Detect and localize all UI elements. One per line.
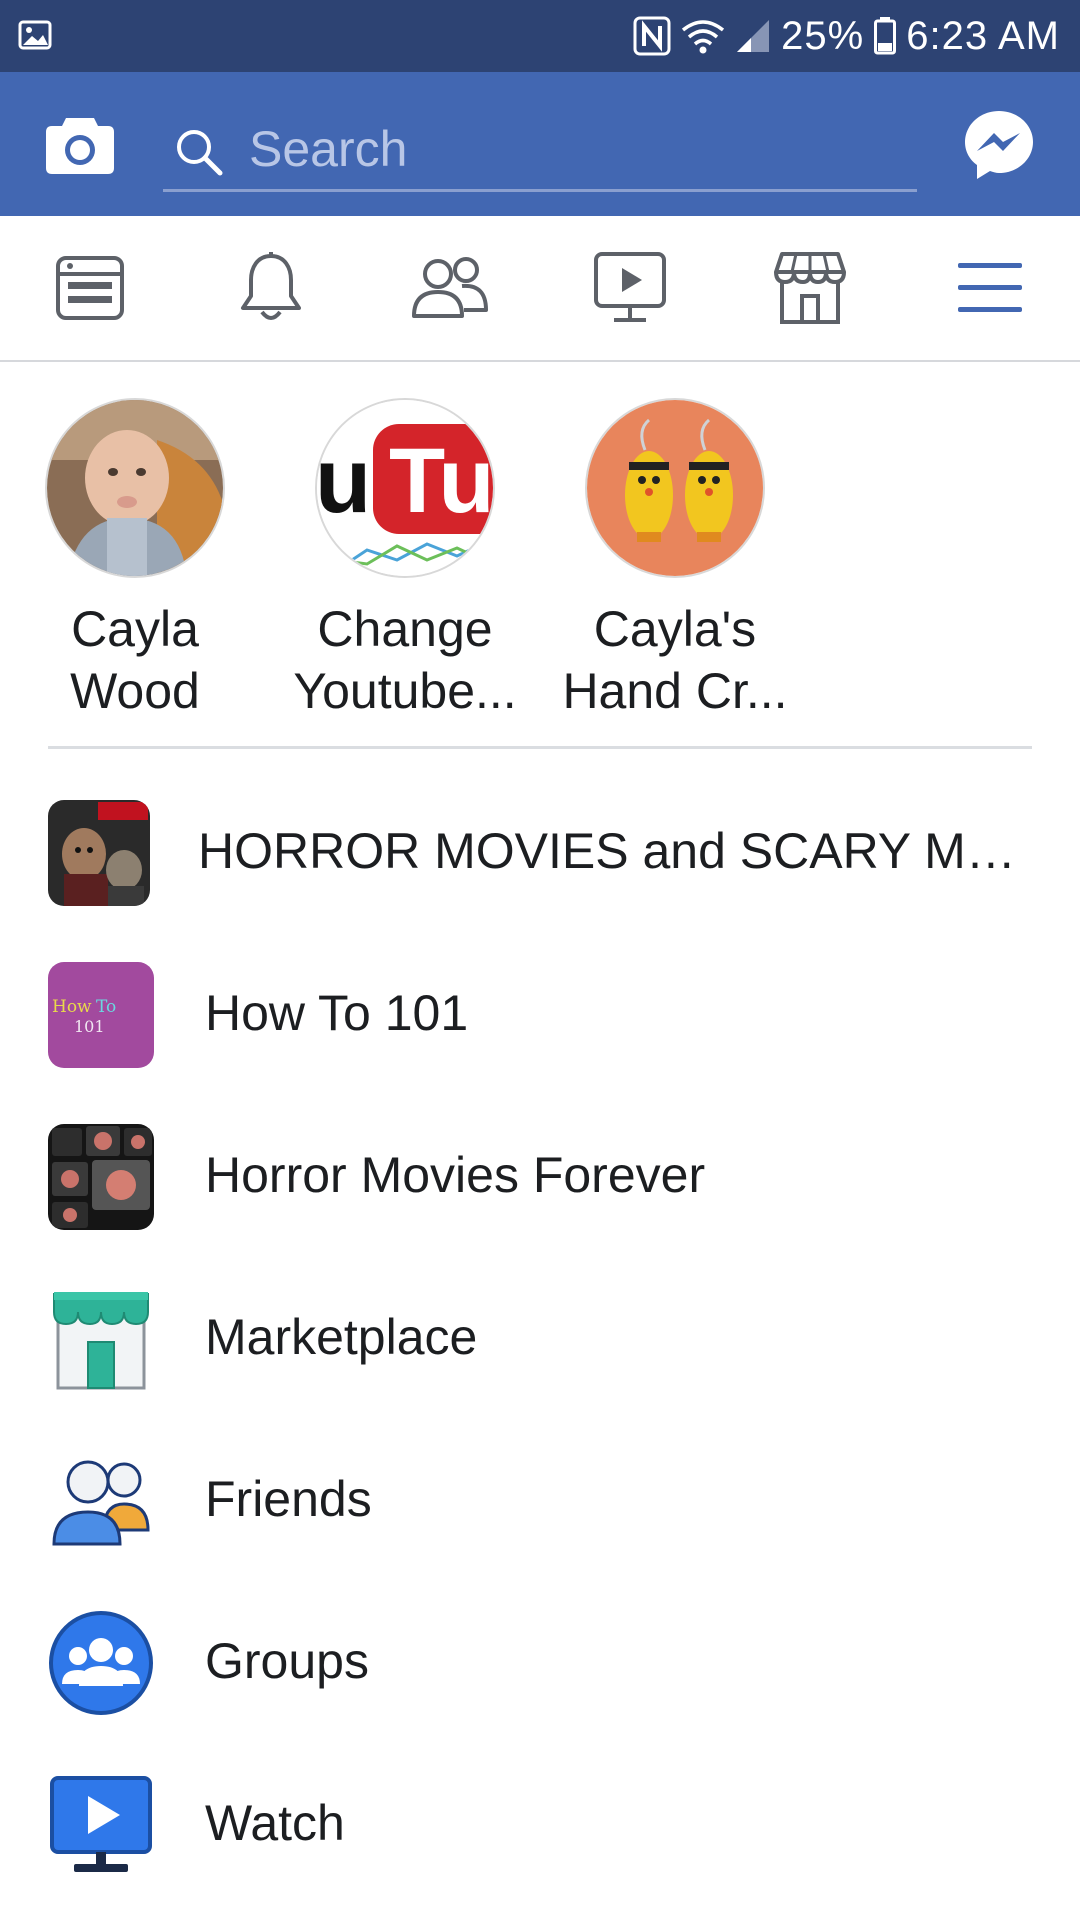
menu-item-friends[interactable]: Friends xyxy=(0,1408,1080,1570)
shortcut-label-line2: Wood xyxy=(70,663,200,719)
camera-icon[interactable] xyxy=(44,112,116,176)
shortcut-label: Change Youtube... xyxy=(285,598,525,722)
avatar xyxy=(45,398,225,578)
search-bar[interactable] xyxy=(163,110,917,192)
menu-item-label: Horror Movies Forever xyxy=(205,1147,706,1203)
shortcut-label-line1: Cayla xyxy=(71,601,199,657)
top-bar xyxy=(0,72,1080,216)
beaded-earrings-avatar xyxy=(585,398,765,578)
shortcut-label: Cayla Wood xyxy=(15,598,255,722)
horror-page-icon xyxy=(48,800,150,906)
friends-icon xyxy=(410,252,490,329)
menu-item-groups[interactable]: Groups xyxy=(0,1570,1080,1732)
wifi-icon xyxy=(681,18,725,54)
menu-item-label: HORROR MOVIES and SCARY MO... xyxy=(198,823,1028,879)
shortcut-label: Cayla's Hand Cr... xyxy=(555,598,795,722)
groups-icon xyxy=(48,1610,154,1716)
messenger-icon[interactable] xyxy=(962,108,1036,182)
shortcut-cayla-wood[interactable]: Cayla Wood xyxy=(15,398,255,722)
shortcut-change-youtube[interactable]: u Tub Change Youtube... xyxy=(285,398,525,722)
shortcuts-row: Cayla Wood u Tub Change Youtube... xyxy=(0,362,1080,749)
divider xyxy=(48,746,1032,749)
shortcut-label-line1: Cayla's xyxy=(593,601,757,657)
hamburger-icon xyxy=(956,259,1024,322)
youtube-logo-avatar: u Tub xyxy=(315,398,495,578)
nfc-icon xyxy=(633,16,671,56)
shortcut-label-line2: Youtube... xyxy=(293,663,517,719)
menu-item-label: Groups xyxy=(205,1633,369,1689)
svg-text:How: How xyxy=(52,997,92,1017)
how-to-page-icon: How To 101 xyxy=(48,962,154,1068)
watch-icon xyxy=(48,1772,154,1878)
nav-tab-bar xyxy=(0,216,1080,362)
tv-wall-page-icon xyxy=(48,1124,154,1230)
svg-text:Tub: Tub xyxy=(389,430,495,532)
menu-item-horror-movies-forever[interactable]: Horror Movies Forever xyxy=(0,1084,1080,1246)
menu-item-horror-movies-scary[interactable]: HORROR MOVIES and SCARY MO... xyxy=(0,760,1080,922)
tab-notifications[interactable] xyxy=(231,250,311,331)
battery-percent: 25% xyxy=(781,13,865,58)
tab-news-feed[interactable] xyxy=(50,252,130,328)
tab-marketplace[interactable] xyxy=(770,250,850,331)
status-bar: 25% 6:23 AM xyxy=(0,0,1080,72)
menu-item-how-to-101[interactable]: How To 101 How To 101 xyxy=(0,922,1080,1084)
news-feed-icon xyxy=(54,252,126,329)
svg-text:To: To xyxy=(96,997,116,1017)
menu-item-label: Friends xyxy=(205,1471,372,1527)
battery-icon xyxy=(874,17,897,55)
svg-text:u: u xyxy=(317,430,371,532)
search-icon xyxy=(173,126,225,178)
menu-item-label: Marketplace xyxy=(205,1309,478,1365)
tab-menu[interactable] xyxy=(950,252,1030,328)
shortcut-label-line1: Change xyxy=(317,601,493,657)
store-icon xyxy=(772,250,848,331)
clock: 6:23 AM xyxy=(906,13,1060,58)
menu-item-watch[interactable]: Watch xyxy=(0,1732,1080,1894)
marketplace-icon xyxy=(48,1286,154,1392)
menu-item-label: How To 101 xyxy=(205,985,469,1041)
tab-friend-requests[interactable] xyxy=(410,252,490,328)
bell-icon xyxy=(235,250,307,331)
shortcut-label-line2: Hand Cr... xyxy=(562,663,788,719)
search-input[interactable] xyxy=(247,110,897,188)
friends-icon xyxy=(48,1448,154,1554)
signal-icon xyxy=(735,18,771,54)
gallery-icon xyxy=(18,18,52,52)
menu-item-label: Watch xyxy=(205,1795,345,1851)
tab-watch[interactable] xyxy=(590,250,670,331)
svg-text:101: 101 xyxy=(74,1017,105,1036)
video-icon xyxy=(592,250,668,331)
shortcut-caylas-hand-crafts[interactable]: Cayla's Hand Cr... xyxy=(555,398,795,722)
menu-item-marketplace[interactable]: Marketplace xyxy=(0,1246,1080,1408)
